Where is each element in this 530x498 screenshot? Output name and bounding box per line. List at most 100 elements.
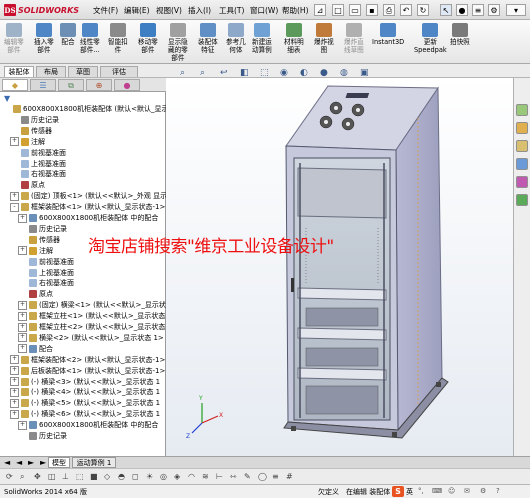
cmd-button-9[interactable]: 新建运 动算例 (252, 20, 272, 64)
tree-item[interactable]: + 横梁<2> (默认<<默认>_显示状态 1> (18, 333, 164, 343)
help-icon[interactable]: ? (496, 487, 500, 495)
section-view-icon[interactable]: ◧ (240, 68, 249, 78)
tab-motion-study[interactable]: 运动算例 1 (72, 457, 116, 468)
tree-item[interactable]: 历史记录 (18, 431, 67, 441)
expand-toggle-icon[interactable]: + (18, 333, 27, 343)
hide-show-icon[interactable]: ◐ (300, 68, 308, 78)
perspective-icon[interactable]: ◇ (104, 472, 110, 481)
cmd-button-8[interactable]: 参考几 何体 (226, 20, 246, 64)
file-properties-icon[interactable]: ≡ (472, 4, 484, 16)
expand-toggle-icon[interactable]: + (10, 191, 19, 201)
tab-assembly[interactable]: 装配体 (4, 66, 34, 77)
cabinet-model[interactable]: Y X Z (166, 78, 513, 456)
display-manager-tab-icon[interactable]: ● (114, 79, 140, 91)
cmd-button-12[interactable]: 爆炸直 线草图 (344, 20, 364, 64)
tree-item[interactable]: + (-) 横梁<4> (默认<<默认>_显示状态 1 (10, 387, 160, 397)
curvature-icon[interactable]: ◠ (188, 472, 195, 481)
tree-item[interactable]: 传感器 (18, 235, 60, 245)
rebuild-icon[interactable]: ↻ (417, 4, 429, 16)
rotate-icon[interactable]: ⟳ (6, 472, 13, 481)
scene-icon[interactable]: ◍ (340, 68, 348, 78)
configurationmanager-tab-icon[interactable]: ⧉ (58, 79, 84, 91)
menu-file[interactable]: 文件(F) (93, 5, 118, 16)
tree-item[interactable]: + 框架立柱<1> (默认<<默认>_显示状态 (18, 311, 165, 321)
cmd-button-5[interactable]: 移动零 部件 (138, 20, 158, 64)
tree-item[interactable]: + (固定) 顶板<1> (默认<<默认>_外观 显示 (10, 191, 166, 201)
new-document-icon[interactable]: □ (332, 4, 344, 16)
expand-toggle-icon[interactable]: + (18, 213, 27, 223)
cmd-button-0[interactable]: 编辑零 部件 (4, 20, 24, 64)
wireframe-icon[interactable]: ⬚ (76, 472, 84, 481)
expand-toggle-icon[interactable]: + (18, 246, 27, 256)
tree-item[interactable]: 原点 (10, 180, 45, 190)
ime-punctuation-icon[interactable]: °, (418, 487, 424, 495)
propertymanager-tab-icon[interactable]: ☰ (30, 79, 56, 91)
display-style-icon[interactable]: ◉ (280, 68, 288, 78)
nav-first-icon[interactable]: ◄ (4, 458, 10, 467)
file-explorer-icon[interactable] (516, 140, 528, 152)
nav-prev-icon[interactable]: ◄ (16, 458, 22, 467)
cmd-button-14[interactable]: 更新 Speedpak (414, 20, 447, 64)
balloon-icon[interactable]: ◯ (258, 472, 267, 481)
appearances-icon[interactable] (516, 176, 528, 188)
tree-item[interactable]: + 配合 (18, 344, 53, 354)
tree-item[interactable]: 历史记录 (10, 115, 59, 125)
ime-skin-icon[interactable]: ✉ (464, 487, 470, 495)
save-icon[interactable]: ▪ (366, 4, 378, 16)
solidworks-resources-icon[interactable] (516, 104, 528, 116)
tree-item[interactable]: 右视基准面 (18, 278, 74, 288)
ime-keyboard-icon[interactable]: ⌨ (432, 487, 442, 495)
edit-appearance-icon[interactable]: ● (320, 68, 328, 78)
expand-toggle-icon[interactable]: + (10, 137, 19, 147)
tree-item[interactable]: + (-) 横梁<6> (默认<<默认>_显示状态 1 (10, 409, 160, 419)
zoom-fit-icon[interactable]: ⌕ (180, 68, 185, 78)
grid-icon[interactable]: # (286, 472, 293, 481)
nav-next-icon[interactable]: ► (28, 458, 34, 467)
expand-toggle-icon[interactable]: + (10, 387, 19, 397)
view-settings-icon[interactable]: ▣ (360, 68, 369, 78)
menu-window[interactable]: 窗口(W) (250, 5, 278, 16)
cmd-button-11[interactable]: 爆炸视 图 (314, 20, 334, 64)
expand-toggle-icon[interactable]: + (10, 355, 19, 365)
normal-to-icon[interactable]: ⊥ (62, 472, 69, 481)
tree-item[interactable]: - 框架装配体<1> (默认<默认_显示状态-1> (10, 202, 165, 212)
tab-model[interactable]: 模型 (48, 457, 70, 468)
view-orientation-icon[interactable]: ⬚ (260, 68, 269, 78)
tree-item[interactable]: + 框架立柱<2> (默认<<默认>_显示状态 (18, 322, 165, 332)
print-icon[interactable]: ⎙ (383, 4, 395, 16)
select-icon[interactable]: ↖ (440, 4, 452, 16)
tree-item[interactable]: + (固定) 横梁<1> (默认<<默认>_显示状 (18, 300, 166, 310)
expand-toggle-icon[interactable]: + (18, 344, 27, 354)
tree-item[interactable]: + (-) 横梁<3> (默认<<默认>_显示状态 1 (10, 377, 160, 387)
dimxpert-tab-icon[interactable]: ⊕ (86, 79, 112, 91)
measure-icon[interactable]: ⊢ (216, 472, 223, 481)
section-icon[interactable]: ◫ (48, 472, 56, 481)
shaded-icon[interactable]: ■ (90, 472, 98, 481)
cmd-button-3[interactable]: 线性零 部件... (80, 20, 100, 64)
tree-item[interactable]: 前视基准面 (18, 257, 74, 267)
expand-toggle-icon[interactable]: + (10, 377, 19, 386)
pin-icon[interactable]: ⊿ (314, 4, 326, 16)
tree-item[interactable]: 原点 (18, 289, 53, 299)
menu-tools[interactable]: 工具(T) (219, 5, 244, 16)
tree-item[interactable]: 前视基准面 (10, 148, 66, 158)
expand-toggle-icon[interactable]: + (18, 322, 27, 332)
undo-icon[interactable]: ↶ (400, 4, 412, 16)
lights-icon[interactable]: ☀ (146, 472, 153, 481)
zoom-area-icon[interactable]: ⌕ (200, 68, 205, 78)
expand-toggle-icon[interactable]: + (18, 300, 27, 310)
view-palette-icon[interactable] (516, 158, 528, 170)
tree-item[interactable]: + (-) 横梁<5> (默认<<默认>_显示状态 1 (10, 398, 160, 408)
tree-item[interactable]: +600X800X1800机柜装配体 中的配合 (18, 213, 158, 223)
cmd-button-13[interactable]: Instant3D (372, 20, 404, 64)
tab-sketch[interactable]: 草图 (68, 66, 98, 77)
menu-help[interactable]: 帮助(H) (282, 5, 309, 16)
cmd-button-1[interactable]: 插入零 部件 (34, 20, 54, 64)
decals-icon[interactable]: ◈ (174, 472, 180, 481)
search-dropdown-icon[interactable]: ▾ (506, 4, 526, 16)
cmd-button-10[interactable]: 材料明 细表 (284, 20, 304, 64)
solidworks-logo[interactable]: DS SOLIDWORKS (4, 3, 79, 17)
open-icon[interactable]: ▭ (349, 4, 361, 16)
tree-item[interactable]: + 注解 (10, 137, 45, 147)
note-icon[interactable]: ✎ (244, 472, 251, 481)
